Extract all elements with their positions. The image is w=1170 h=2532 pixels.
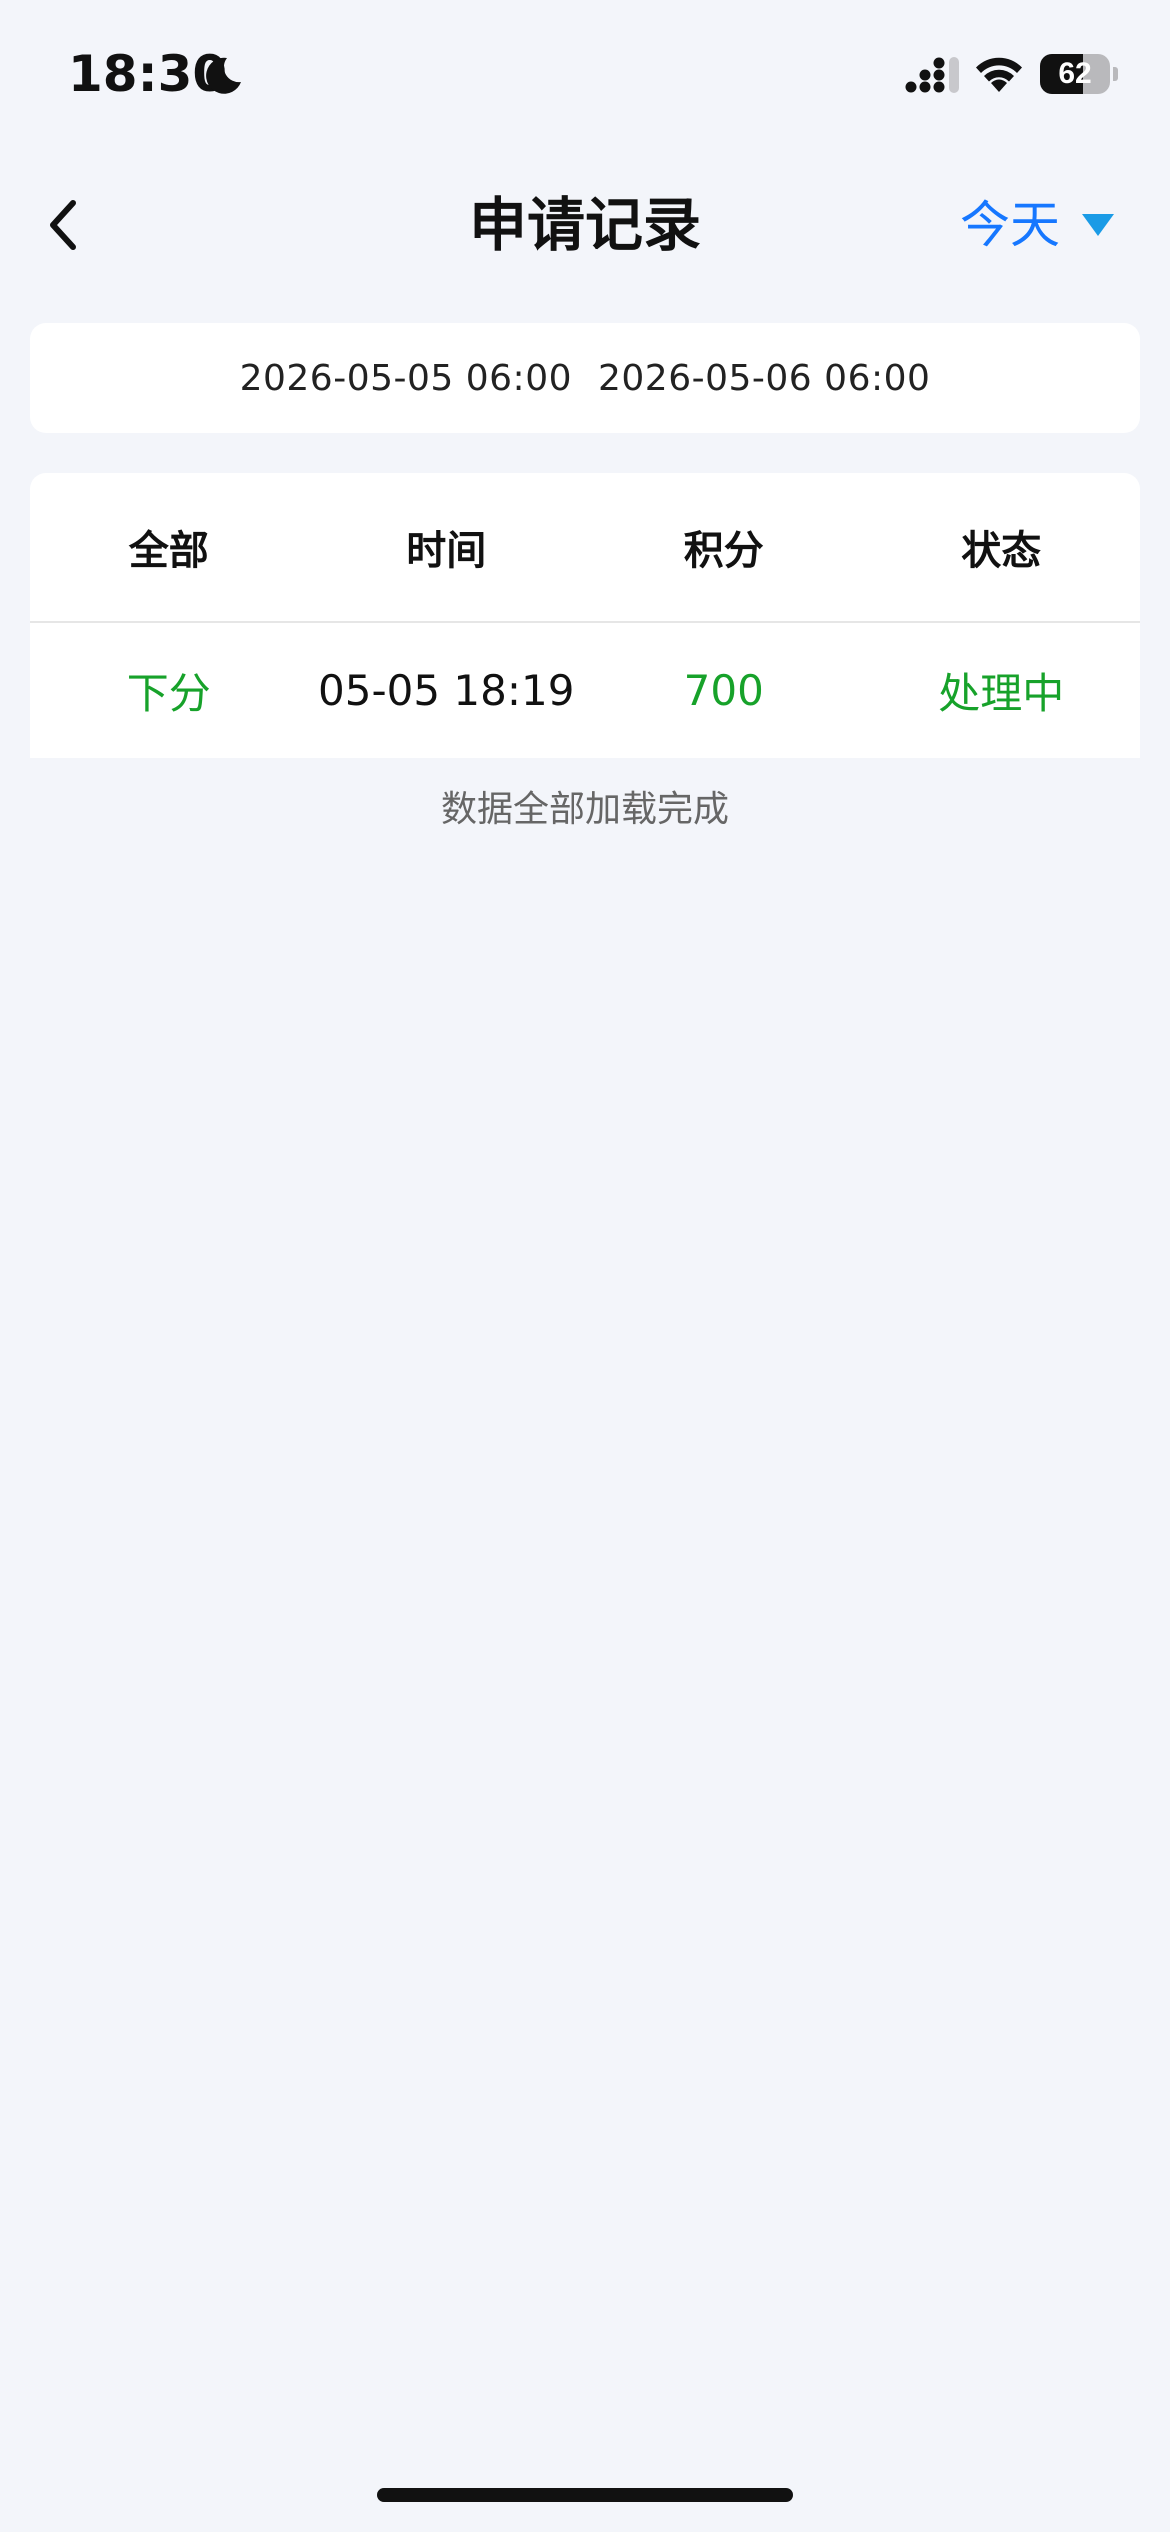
header-type-all[interactable]: 全部: [30, 473, 308, 621]
battery-level: 62: [1058, 57, 1092, 90]
header-points: 积分: [683, 528, 764, 574]
chevron-left-icon: [50, 200, 76, 250]
caret-down-icon: [1082, 214, 1114, 236]
row-status: 处理中: [938, 669, 1065, 718]
header-time: 时间: [406, 528, 487, 574]
row-points: 700: [683, 666, 764, 715]
table-row[interactable]: 下分 05-05 18:19 700 处理中: [30, 623, 1140, 758]
date-filter-label: 今天: [960, 196, 1060, 254]
date-filter-dropdown[interactable]: 今天: [960, 190, 1114, 260]
header-status: 状态: [961, 528, 1042, 574]
date-range-end: 2026-05-06 06:00: [598, 357, 931, 399]
date-range-card[interactable]: 2026-05-05 06:00 2026-05-06 06:00: [30, 323, 1140, 433]
moon-icon: [206, 57, 241, 94]
back-button[interactable]: [30, 192, 96, 258]
battery-tip: [1113, 67, 1118, 81]
row-time: 05-05 18:19: [318, 666, 575, 715]
date-range-start: 2026-05-05 06:00: [239, 357, 572, 399]
battery-body: 62: [1040, 54, 1110, 94]
nav-bar: 申请记录 今天: [0, 170, 1170, 280]
battery-indicator: 62: [1040, 54, 1118, 94]
row-type: 下分: [126, 669, 211, 718]
wifi-icon: [976, 57, 1022, 92]
records-table: 全部 时间 积分 状态 下分 05-05 18:19 700 处理中: [30, 473, 1140, 758]
home-indicator[interactable]: [377, 2488, 793, 2502]
status-bar: 18:30 62: [0, 0, 1170, 150]
load-complete-text: 数据全部加载完成: [440, 789, 729, 830]
table-header: 全部 时间 积分 状态: [30, 473, 1140, 623]
cellular-signal-icon: [905, 57, 959, 93]
